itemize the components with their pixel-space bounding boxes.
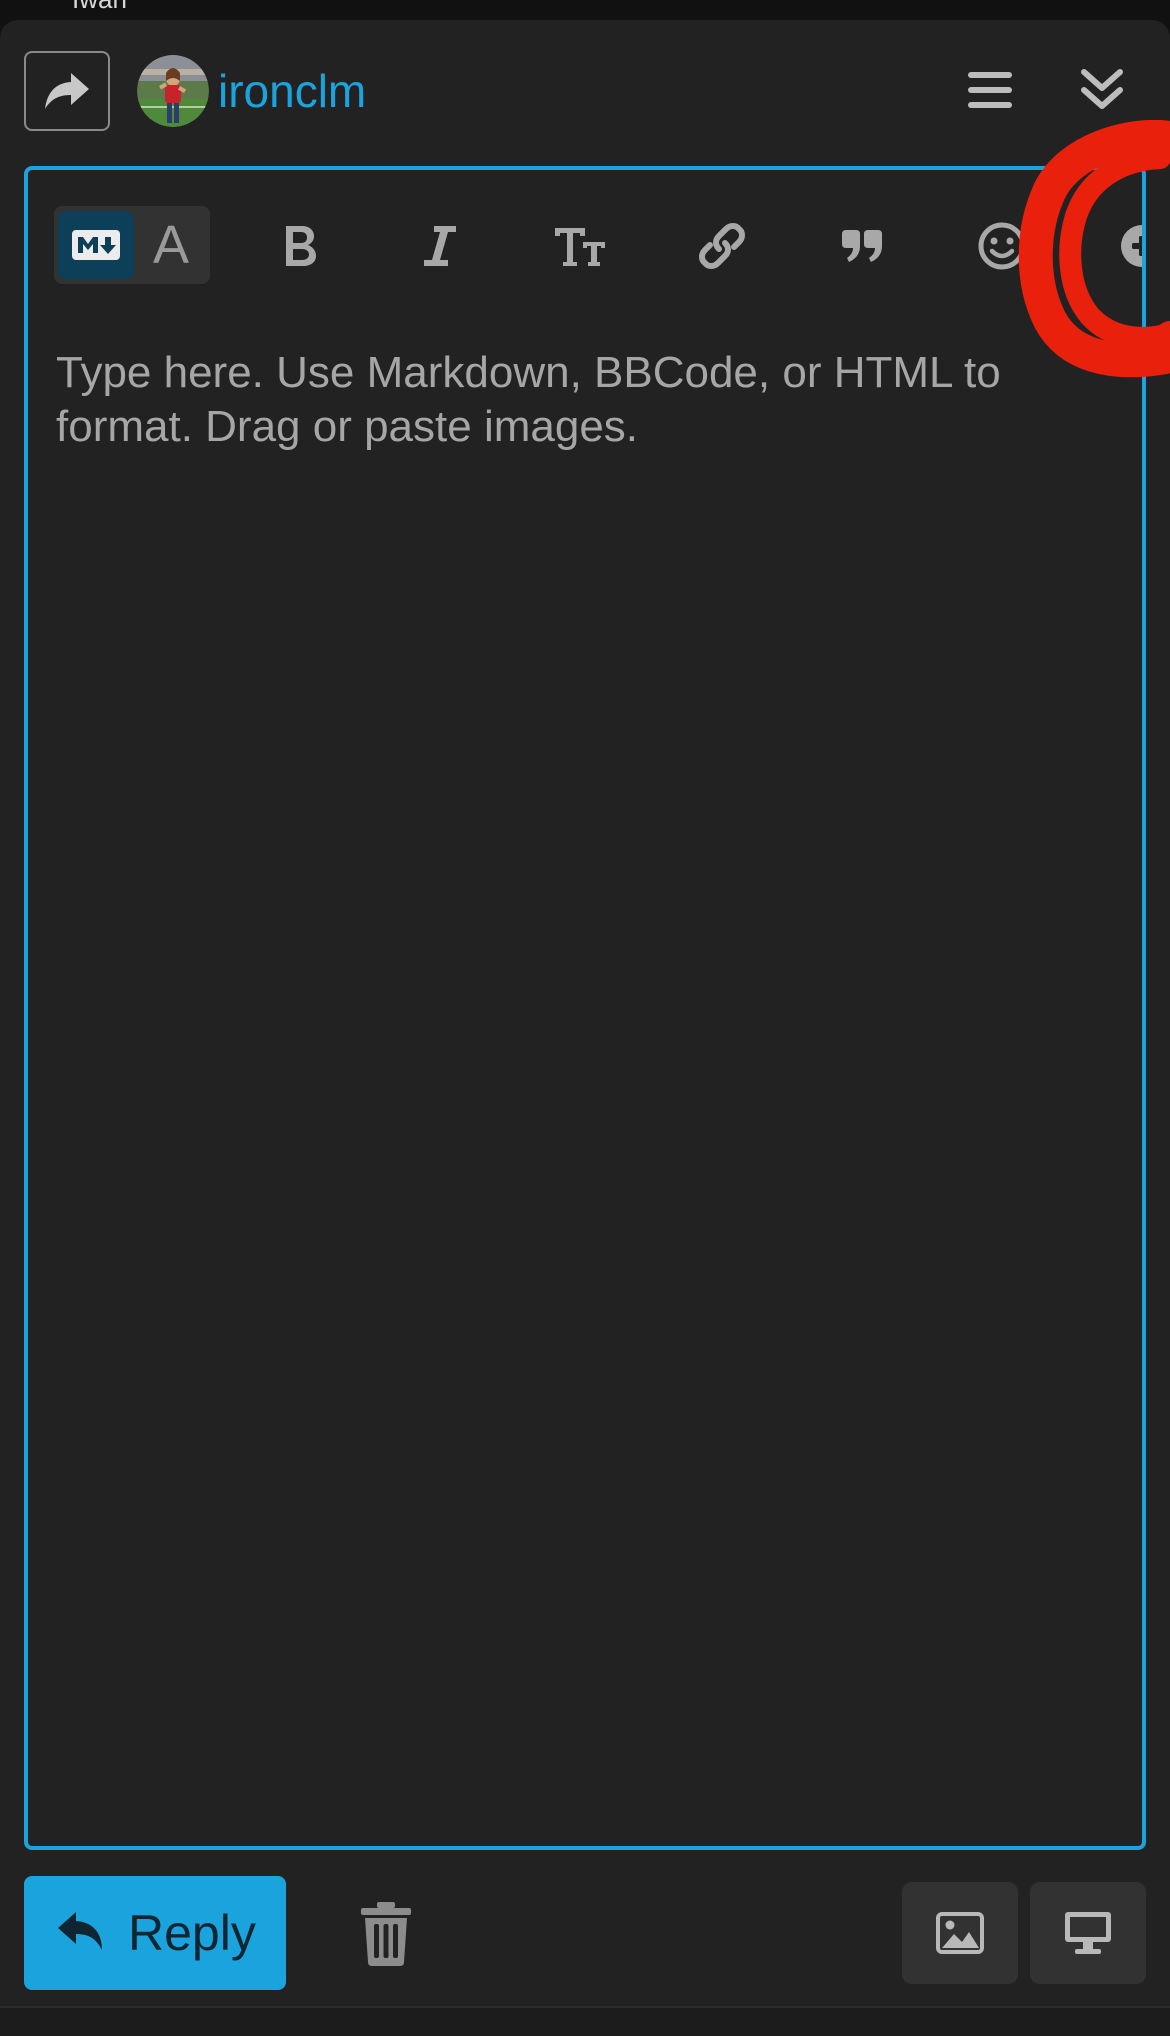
more-options-button[interactable]: [1102, 206, 1142, 286]
angles-down-icon: [1081, 69, 1123, 109]
text-height-icon: [555, 228, 605, 266]
italic-icon: [424, 226, 456, 266]
reply-to-button[interactable]: [24, 51, 110, 131]
avatar[interactable]: [137, 55, 209, 127]
italic-button[interactable]: [400, 206, 480, 286]
bold-button[interactable]: [260, 206, 340, 286]
plus-circle-icon: [1121, 225, 1142, 267]
smile-icon: [978, 222, 1026, 270]
bottom-edge: [0, 2006, 1170, 2036]
image-icon: [936, 1912, 984, 1954]
markdown-icon: [72, 230, 120, 260]
reply-button[interactable]: Reply: [24, 1876, 286, 1990]
quote-button[interactable]: [822, 206, 902, 286]
bars-icon: [968, 72, 1012, 108]
previous-post-fragment: Iwan: [0, 0, 1170, 20]
desktop-icon: [1065, 1912, 1111, 1954]
link-icon: [699, 223, 745, 269]
markdown-mode-button[interactable]: [58, 211, 134, 279]
collapse-composer-button[interactable]: [1072, 60, 1132, 120]
link-button[interactable]: [682, 206, 762, 286]
previous-post-text: Iwan: [72, 0, 127, 15]
composer-menu-button[interactable]: [960, 60, 1020, 120]
quote-icon: [842, 230, 882, 262]
toggle-preview-button[interactable]: [1030, 1882, 1146, 1984]
trash-icon: [361, 1902, 411, 1966]
reply-textarea[interactable]: Type here. Use Markdown, BBCode, or HTML…: [56, 346, 1116, 1826]
username-link[interactable]: ironclm: [218, 64, 366, 118]
emoji-button[interactable]: [962, 206, 1042, 286]
editor-mode-toggle: A: [54, 206, 210, 284]
editor-area: A Type here. Use Markdown, BBCode, or HT…: [24, 166, 1146, 1850]
bold-icon: [286, 226, 316, 266]
reply-icon: [58, 1912, 102, 1950]
rich-text-mode-button[interactable]: A: [136, 211, 206, 279]
heading-button[interactable]: [540, 206, 620, 286]
discard-draft-button[interactable]: [350, 1896, 422, 1972]
upload-image-button[interactable]: [902, 1882, 1018, 1984]
share-icon: [45, 73, 89, 109]
reply-button-label: Reply: [128, 1905, 256, 1961]
